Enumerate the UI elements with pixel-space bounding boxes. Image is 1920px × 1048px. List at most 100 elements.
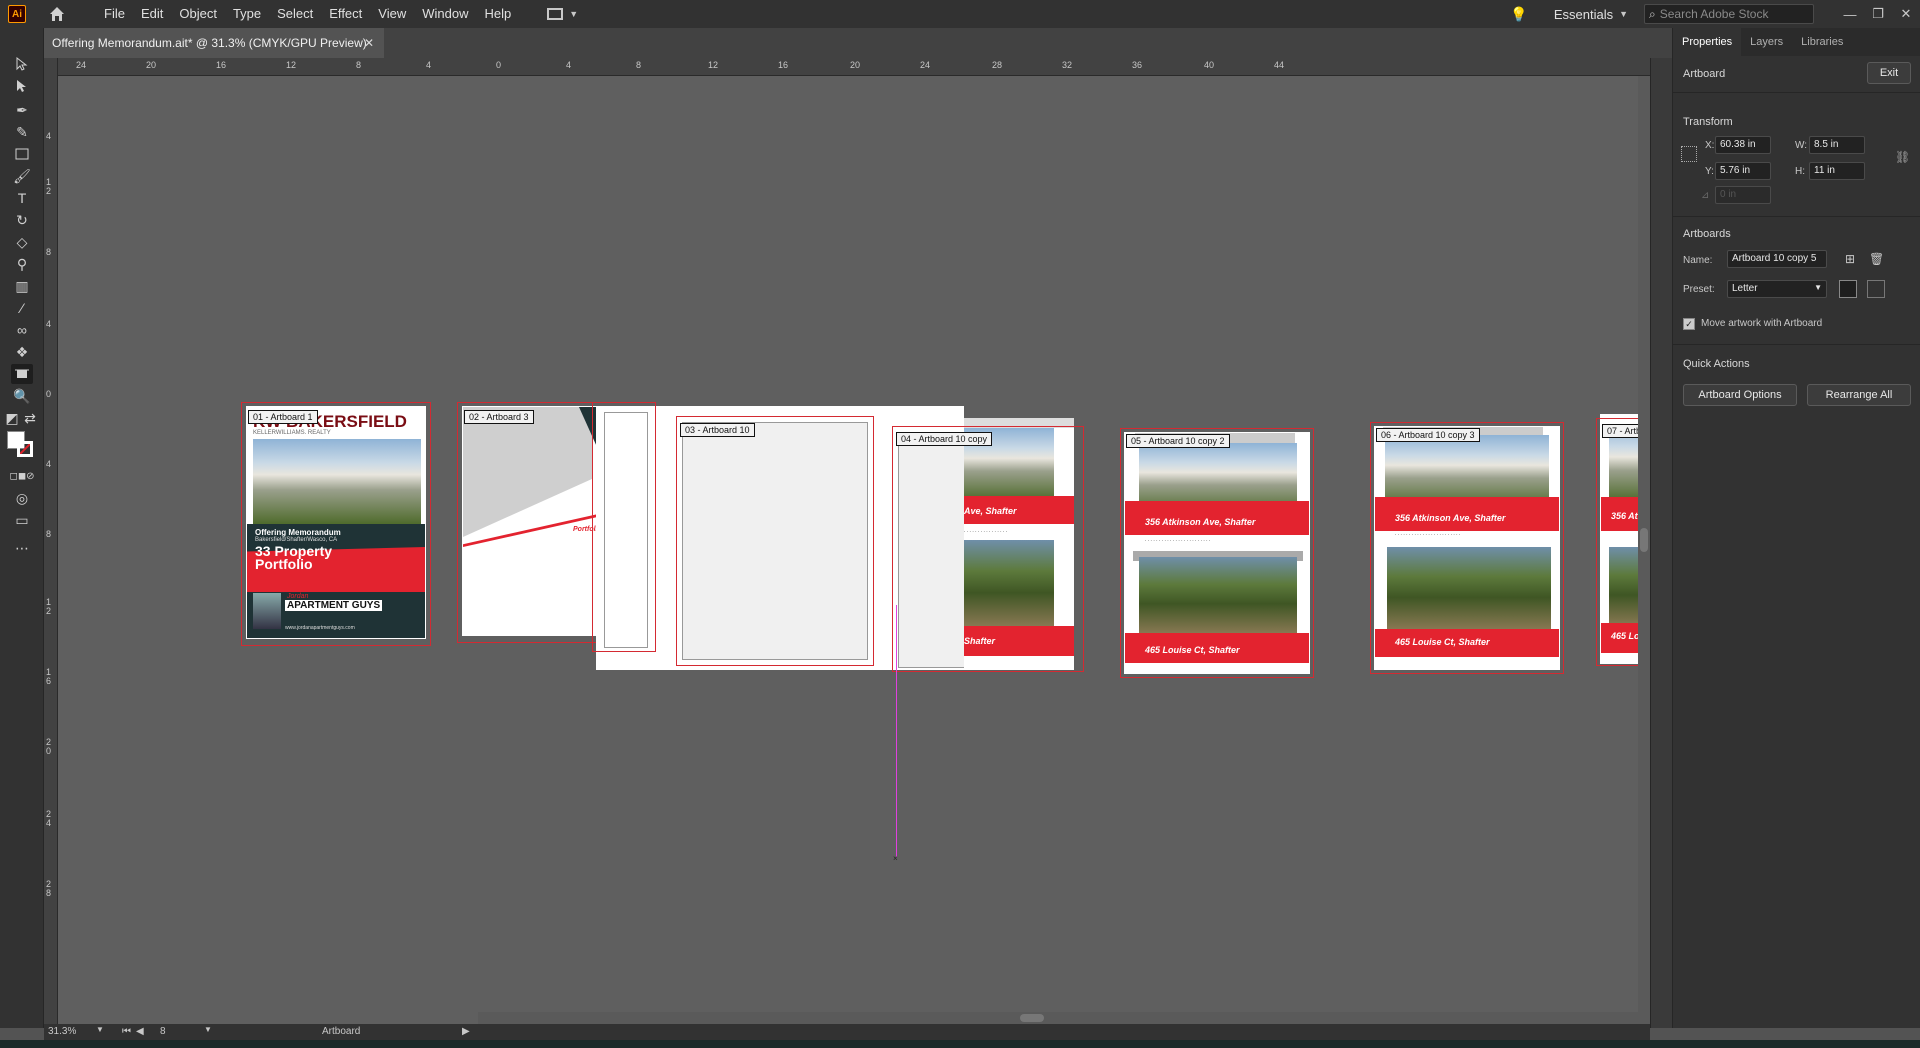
eyedropper-tool-icon[interactable]: ⁄ xyxy=(11,298,33,318)
artboard-06-label[interactable]: 06 - Artboard 10 copy 3 xyxy=(1376,428,1480,442)
exit-button[interactable]: Exit xyxy=(1867,62,1911,84)
chevron-down-icon[interactable]: ▼ xyxy=(96,1025,104,1034)
h-field[interactable]: 11 in xyxy=(1809,162,1865,180)
artboard-03-label[interactable]: 03 - Artboard 10 xyxy=(680,423,755,437)
pen-tool-icon[interactable]: ✒ xyxy=(11,100,33,120)
arrange-documents-button[interactable]: ▼ xyxy=(547,8,578,20)
default-colors-icon[interactable]: ◩ xyxy=(5,408,18,428)
properties-panel: Properties Layers Libraries Artboard Exi… xyxy=(1672,28,1920,1028)
selection-type-label: Artboard xyxy=(1683,68,1726,80)
close-tab-icon[interactable]: ✕ xyxy=(364,36,374,50)
artboard-name-field[interactable]: Artboard 10 copy 5 xyxy=(1727,250,1827,268)
lightbulb-icon[interactable]: 💡 xyxy=(1510,6,1527,23)
zoom-level[interactable]: 31.3% xyxy=(48,1026,76,1037)
type-tool-icon[interactable]: T xyxy=(11,188,33,208)
landscape-orientation-button[interactable] xyxy=(1867,280,1885,298)
menu-view[interactable]: View xyxy=(370,0,414,28)
w-label: W: xyxy=(1795,140,1808,151)
previous-artboard-icon[interactable]: ◀ xyxy=(136,1026,144,1037)
preset-label: Preset: xyxy=(1683,284,1715,295)
gradient-tool-icon[interactable]: ▥ xyxy=(11,276,33,296)
status-mode: Artboard xyxy=(322,1026,361,1037)
color-mode-icon[interactable]: ◻◼⊘ xyxy=(10,466,35,486)
symbol-sprayer-tool-icon[interactable]: ❖ xyxy=(11,342,33,362)
smart-guide-line xyxy=(896,605,897,857)
y-field[interactable]: 5.76 in xyxy=(1715,162,1771,180)
portrait-orientation-button[interactable] xyxy=(1839,280,1857,298)
menu-object[interactable]: Object xyxy=(171,0,225,28)
blend-tool-icon[interactable]: ∞ xyxy=(11,320,33,340)
workspace-switcher[interactable]: Essentials xyxy=(1554,7,1613,22)
tab-properties[interactable]: Properties xyxy=(1673,28,1742,56)
menu-window[interactable]: Window xyxy=(414,0,476,28)
menu-help[interactable]: Help xyxy=(476,0,519,28)
vertical-scroll-thumb[interactable] xyxy=(1640,528,1648,552)
app-logo: Ai xyxy=(8,5,26,23)
zoom-tool-icon[interactable]: 🔍 xyxy=(11,386,33,406)
rearrange-all-button[interactable]: Rearrange All xyxy=(1807,384,1911,406)
horizontal-scroll-thumb[interactable] xyxy=(1020,1014,1044,1022)
edit-toolbar-icon[interactable]: ⋯ xyxy=(11,538,33,558)
artboard-number[interactable]: 8 xyxy=(160,1026,166,1037)
drawing-modes-icon[interactable]: ◎ xyxy=(11,488,33,508)
paintbrush-tool-icon[interactable]: 🖌 xyxy=(11,166,33,186)
menu-edit[interactable]: Edit xyxy=(133,0,171,28)
ruler-tick-label: 4 xyxy=(426,60,432,70)
direct-selection-tool-icon[interactable] xyxy=(11,76,33,96)
ruler-tick-label: 2 0 xyxy=(46,737,52,756)
ruler-tick-label: 32 xyxy=(1062,60,1073,70)
close-window-button[interactable]: ✕ xyxy=(1892,6,1920,22)
ruler-tick-label: 20 xyxy=(850,60,861,70)
chevron-down-icon[interactable]: ▼ xyxy=(204,1025,212,1034)
canvas[interactable]: KW BAKERSFIELD KELLERWILLIAMS. REALTY Of… xyxy=(58,76,1650,1024)
artboard-04-label[interactable]: 04 - Artboard 10 copy xyxy=(896,432,993,446)
new-artboard-icon[interactable]: ⊞ xyxy=(1845,252,1855,266)
home-icon[interactable] xyxy=(48,5,66,23)
delete-artboard-icon[interactable]: 🗑 xyxy=(1869,252,1884,266)
ruler-tick-label: 24 xyxy=(920,60,931,70)
horizontal-ruler[interactable]: 24 20 16 12 8 4 0 4 8 12 16 20 24 28 32 36 40 44 xyxy=(58,58,1650,76)
menu-effect[interactable]: Effect xyxy=(321,0,370,28)
screen-mode-icon[interactable]: ▭ xyxy=(11,510,33,530)
tab-layers[interactable]: Layers xyxy=(1741,28,1792,56)
constrain-proportions-icon[interactable]: ⛓ xyxy=(1895,150,1910,164)
artboard-02-label[interactable]: 02 - Artboard 3 xyxy=(464,410,534,424)
minimize-button[interactable]: — xyxy=(1836,7,1864,22)
rectangle-tool-icon[interactable] xyxy=(11,144,33,164)
rotate-tool-icon[interactable]: ↻ xyxy=(11,210,33,230)
play-icon[interactable]: ▶ xyxy=(462,1026,470,1037)
document-tab[interactable]: Offering Memorandum.ait* @ 31.3% (CMYK/G… xyxy=(44,28,384,58)
horizontal-scrollbar[interactable] xyxy=(478,1012,1638,1024)
selection-tool-icon[interactable] xyxy=(11,54,33,74)
transform-title: Transform xyxy=(1683,116,1733,128)
tab-libraries[interactable]: Libraries xyxy=(1792,28,1852,56)
width-tool-icon[interactable]: ⚲ xyxy=(11,254,33,274)
preset-select[interactable]: Letter ▼ xyxy=(1727,280,1827,298)
w-field[interactable]: 8.5 in xyxy=(1809,136,1865,154)
eraser-tool-icon[interactable]: ◇ xyxy=(11,232,33,252)
panel-collapse-strip[interactable] xyxy=(1650,58,1672,1028)
ruler-tick-label: 0 xyxy=(496,60,502,70)
restore-button[interactable]: ❐ xyxy=(1864,6,1892,22)
move-artwork-checkbox[interactable]: ✓ xyxy=(1683,318,1695,330)
menu-select[interactable]: Select xyxy=(269,0,321,28)
curvature-tool-icon[interactable]: ✎ xyxy=(11,122,33,142)
artboard-tool-icon[interactable] xyxy=(11,364,33,384)
x-field[interactable]: 60.38 in xyxy=(1715,136,1771,154)
vertical-scrollbar[interactable] xyxy=(1638,76,1650,1024)
ruler-tick-label: 20 xyxy=(146,60,157,70)
first-artboard-icon[interactable]: ⏮ xyxy=(122,1026,131,1037)
stroke-swatch[interactable] xyxy=(17,441,33,457)
artboard-05-label[interactable]: 05 - Artboard 10 copy 2 xyxy=(1126,434,1230,448)
reference-point-icon[interactable] xyxy=(1681,146,1697,162)
artboard-01-label[interactable]: 01 - Artboard 1 xyxy=(248,410,318,424)
swap-colors-icon[interactable]: ⇄ xyxy=(24,408,36,428)
artboard-options-button[interactable]: Artboard Options xyxy=(1683,384,1797,406)
vertical-ruler[interactable]: 4 1 2 8 4 0 4 8 1 2 1 6 2 0 2 4 2 8 xyxy=(44,58,58,1028)
ruler-tick-label: 2 8 xyxy=(46,879,52,898)
os-taskbar xyxy=(0,1040,1920,1048)
ruler-tick-label: 16 xyxy=(216,60,227,70)
menu-type[interactable]: Type xyxy=(225,0,269,28)
search-stock-input[interactable]: ⌕ Search Adobe Stock xyxy=(1644,4,1814,24)
menu-file[interactable]: File xyxy=(96,0,133,28)
